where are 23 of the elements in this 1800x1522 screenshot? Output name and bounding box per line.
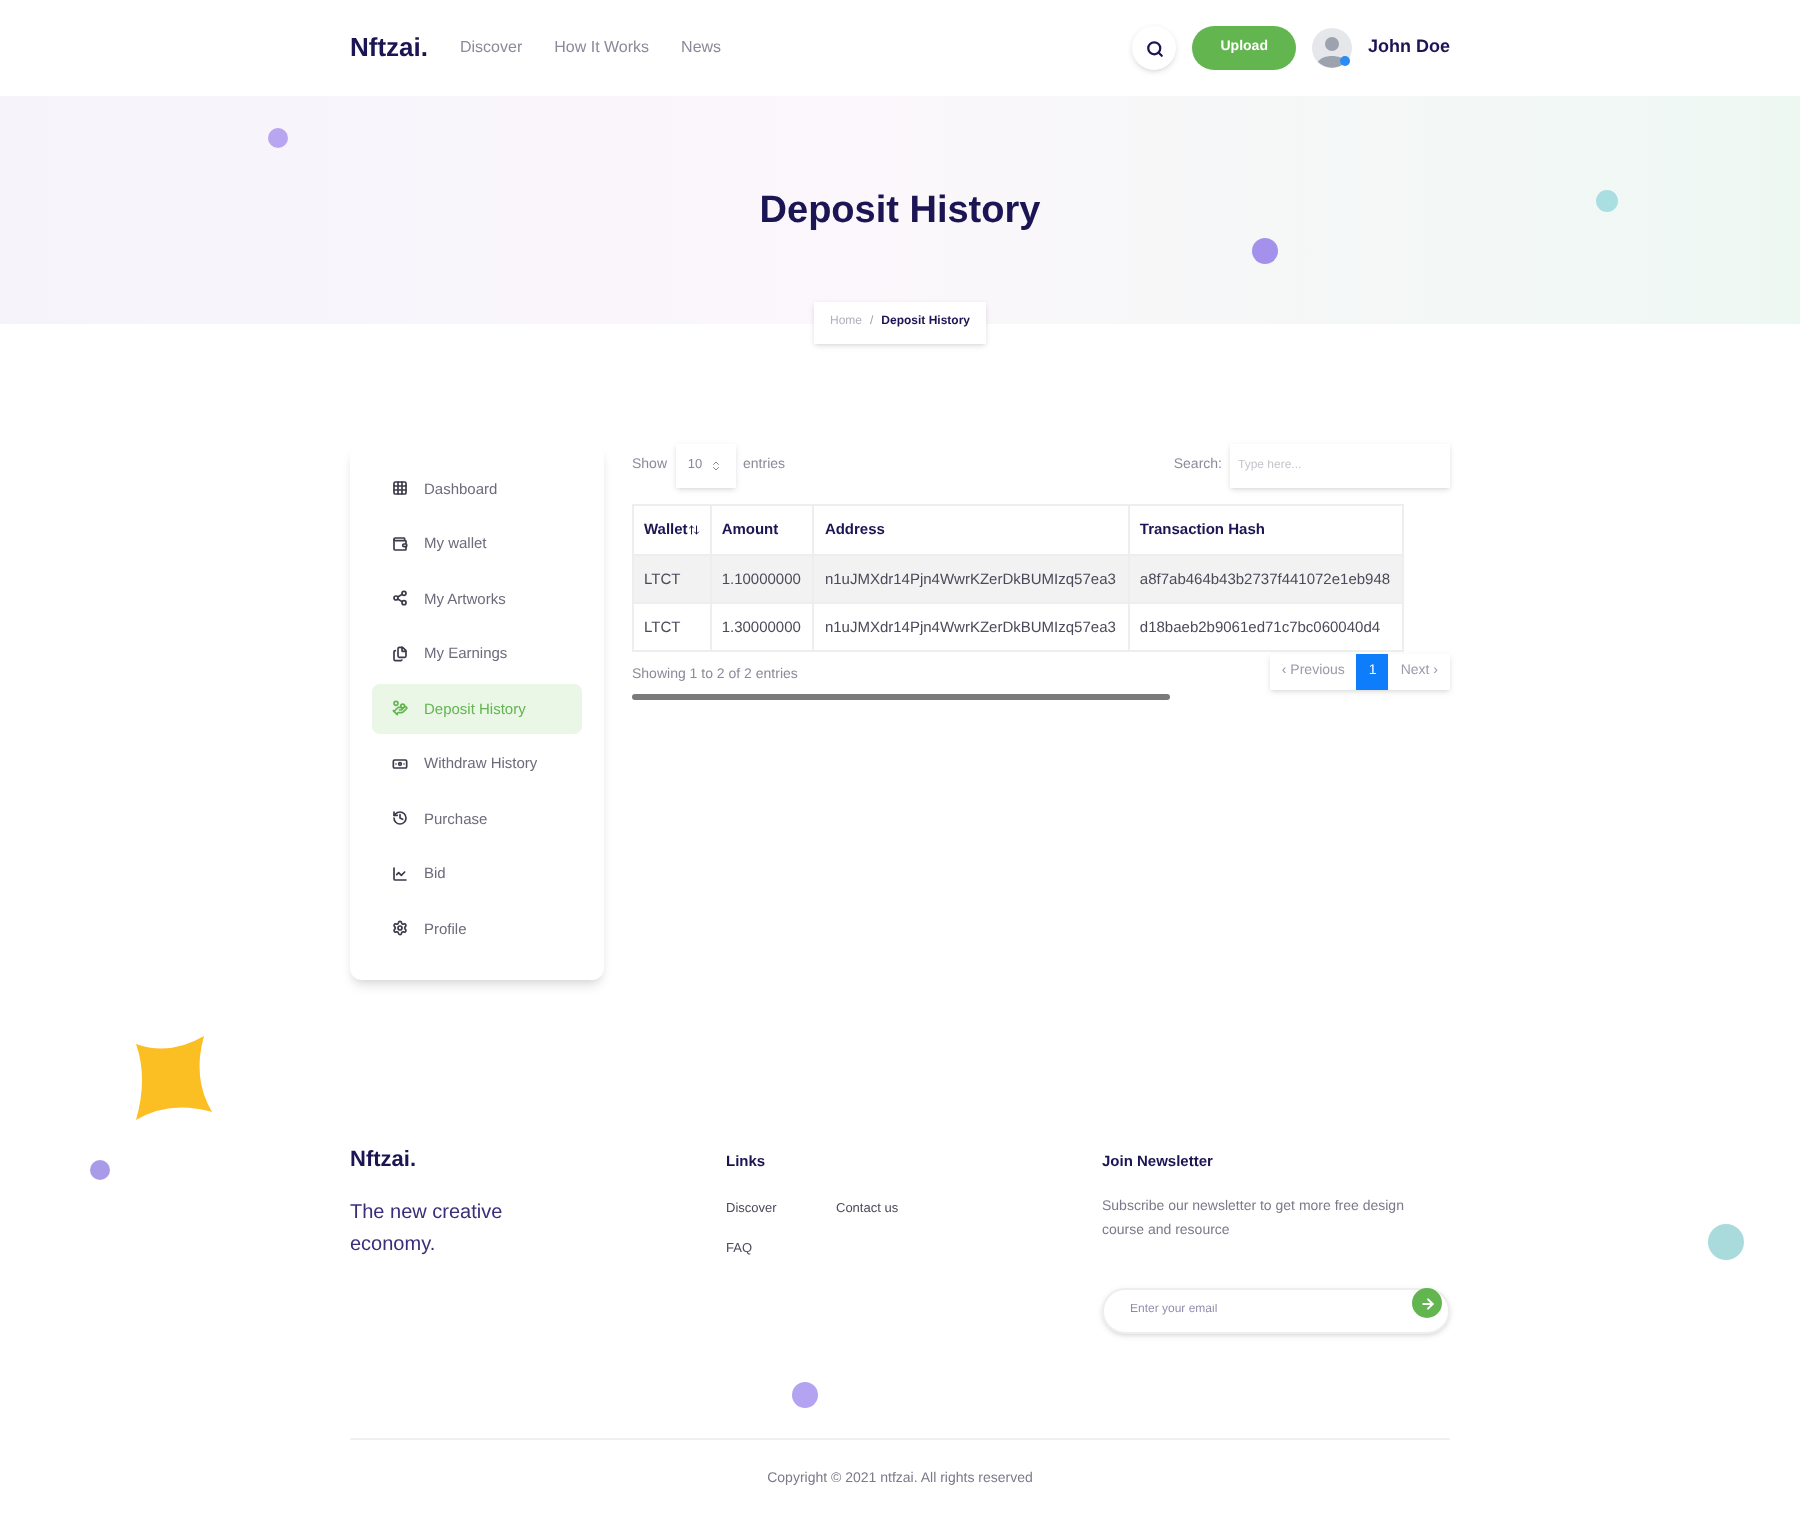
user-name[interactable]: John Doe — [1367, 34, 1450, 62]
menu-icon — [392, 480, 408, 497]
sort-icon — [687, 524, 700, 536]
nav-link[interactable]: News — [681, 36, 722, 60]
nav-link[interactable]: How It Works — [554, 36, 650, 60]
menu-icon — [392, 755, 408, 772]
nav-link[interactable]: Discover — [460, 36, 523, 60]
footer-logo[interactable]: Nftzai. — [350, 1144, 726, 1177]
avatar-icon[interactable] — [1311, 28, 1352, 68]
logo[interactable]: Nftzai. — [350, 28, 428, 68]
menu-icon — [392, 700, 408, 717]
menu-icon — [392, 645, 408, 662]
menu-icon — [392, 810, 408, 827]
menu-icon — [392, 590, 408, 607]
menu-icon — [392, 920, 408, 937]
arrow-right-icon — [1419, 1295, 1435, 1312]
page-title: Deposit History — [759, 187, 1041, 236]
search-icon — [1145, 39, 1164, 57]
menu-icon — [392, 865, 408, 882]
search-button[interactable] — [1132, 26, 1177, 70]
scrollbar[interactable] — [632, 693, 1170, 699]
menu-icon — [392, 535, 408, 552]
tagline: The new creative economy. — [350, 1199, 505, 1259]
